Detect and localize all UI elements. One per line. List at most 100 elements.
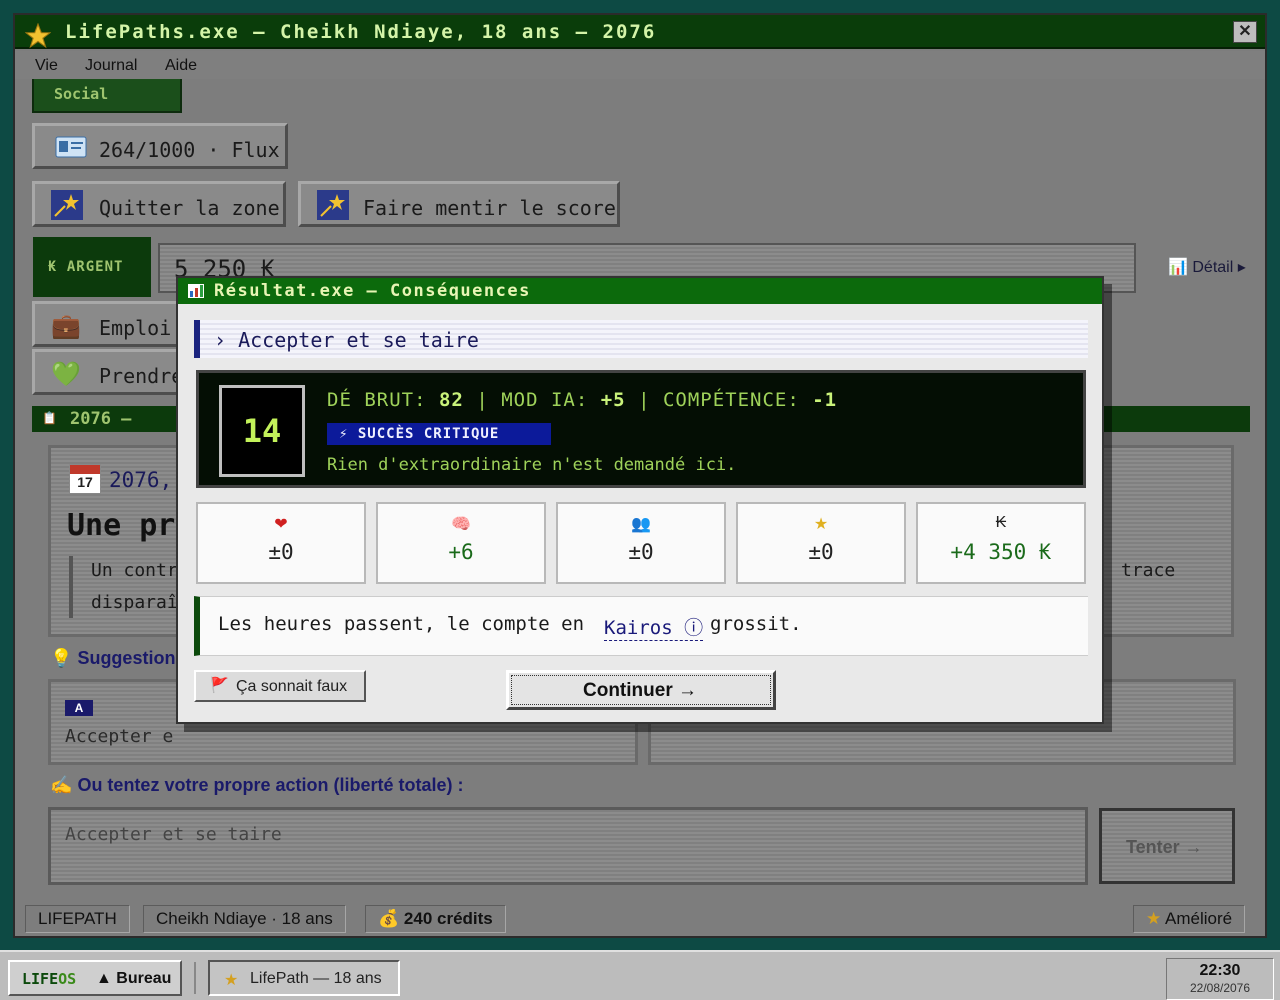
dice-panel: 14 DÉ BRUT: 82 | MOD IA: +5 | COMPÉTENCE… xyxy=(196,370,1086,488)
star-icon: ★ xyxy=(1146,909,1162,928)
event-quote-line2: disparaî xyxy=(91,592,178,613)
taskbar-item-lifepath[interactable]: ★ LifePath — 18 ans xyxy=(208,960,400,996)
menu-vie[interactable]: Vie xyxy=(35,57,58,75)
tenter-label: Tenter → xyxy=(1126,837,1203,857)
status-player: Cheikh Ndiaye · 18 ans xyxy=(143,905,346,933)
calendar-icon: 17 xyxy=(69,464,101,494)
flux-indicator: 264/1000 · Flux xyxy=(32,123,288,169)
stat-health-value: ±0 xyxy=(268,540,294,564)
star-logo-icon xyxy=(25,23,51,49)
tab-social[interactable]: Social xyxy=(32,73,182,113)
dice-raw-value: 82 xyxy=(438,389,464,411)
shooting-star-icon xyxy=(51,190,83,220)
narration-before: Les heures passent, le compte en xyxy=(218,613,585,635)
quitter-zone-button[interactable]: Quitter la zone xyxy=(32,181,286,227)
lightbulb-icon: 💡 xyxy=(50,648,73,668)
id-card-icon xyxy=(55,136,87,158)
status-app: LIFEPATH xyxy=(25,905,130,933)
suggestion-text: Accepter e xyxy=(65,726,174,747)
kairos-link[interactable]: Kairos ⓘ xyxy=(604,613,704,641)
event-quote-line1: Un contr xyxy=(91,560,178,581)
stat-intellect-value: +6 xyxy=(448,540,474,564)
argent-label: ₭ ARGENT xyxy=(48,259,124,275)
people-icon: 👥 xyxy=(631,516,651,533)
own-action-input[interactable]: Accepter et se taire xyxy=(48,807,1088,885)
faire-mentir-score-button[interactable]: Faire mentir le score xyxy=(298,181,620,227)
clock-time: 22:30 xyxy=(1199,962,1241,979)
clipboard-icon: 📋 xyxy=(42,411,57,425)
taskbar: LIFEOS ▲ Bureau ★ LifePath — 18 ans 22:3… xyxy=(0,950,1280,1000)
stat-intellect: 🧠 +6 xyxy=(376,502,546,584)
money-bag-icon: 💰 xyxy=(378,909,400,928)
emploi-label: Emploi xyxy=(99,316,172,340)
continue-label: Continuer → xyxy=(583,680,697,701)
chart-icon: 📊 xyxy=(1168,259,1188,276)
stat-social: 👥 ±0 xyxy=(556,502,726,584)
shooting-star-icon xyxy=(317,190,349,220)
report-false-label: Ça sonnait faux xyxy=(236,678,348,695)
faire-mentir-score-label: Faire mentir le score xyxy=(363,196,616,220)
critical-success-badge: ⚡ SUCCÈS CRITIQUE xyxy=(327,423,551,445)
suggestions-title-label: Suggestion xyxy=(77,648,176,668)
stat-money-value: +4 350 ₭ xyxy=(950,540,1052,564)
chosen-action-label: › Accepter et se taire xyxy=(214,328,479,352)
star-icon: ★ xyxy=(224,972,239,989)
own-action-title: ✍ Ou tentez votre propre action (liberté… xyxy=(50,775,463,796)
status-bar: LIFEPATH Cheikh Ndiaye · 18 ans 💰 240 cr… xyxy=(15,901,1265,936)
stat-money: ₭ +4 350 ₭ xyxy=(916,502,1086,584)
heart-icon: ❤ xyxy=(274,516,288,533)
event-quote-line1-end: trace xyxy=(1121,560,1176,581)
detail-link[interactable]: 📊 Détail ▸ xyxy=(1168,257,1246,277)
menu-journal[interactable]: Journal xyxy=(85,57,137,75)
dice-ai-value: +5 xyxy=(600,389,626,411)
briefcase-icon: 💼 xyxy=(51,313,81,340)
dice-skill-prefix: | COMPÉTENCE: xyxy=(638,389,800,411)
menu-bar: Vie Journal Aide xyxy=(15,51,1265,79)
year-bar-label: 2076 — xyxy=(70,409,132,429)
result-dialog-title-bar: Résultat.exe — Conséquences xyxy=(178,278,1102,304)
own-action-placeholder: Accepter et se taire xyxy=(65,824,282,845)
dice-comment: Rien d'extraordinaire n'est demandé ici. xyxy=(327,455,737,475)
os-logo-part-a: LIFE xyxy=(22,970,59,988)
narration-box: Les heures passent, le compte en Kairos … xyxy=(194,596,1088,656)
kip-currency-icon: ₭ xyxy=(995,514,1007,531)
result-dialog-title: Résultat.exe — Conséquences xyxy=(214,281,531,301)
dice-raw-prefix: DÉ BRUT: xyxy=(327,389,427,411)
suggestions-title: 💡 Suggestion xyxy=(50,648,175,669)
taskbar-item-label: LifePath — 18 ans xyxy=(250,970,382,987)
status-credits-label: 240 crédits xyxy=(403,909,493,928)
die-value: 14 xyxy=(242,412,282,450)
status-tier-label: Amélioré xyxy=(1165,909,1233,928)
taskbar-divider xyxy=(194,962,196,994)
start-label: ▲ Bureau xyxy=(96,970,172,987)
result-dialog: Résultat.exe — Conséquences › Accepter e… xyxy=(176,276,1104,724)
event-heading: Une pr xyxy=(67,508,176,543)
argent-label-box: ₭ ARGENT xyxy=(33,237,151,297)
clock-date: 22/08/2076 xyxy=(1189,981,1251,995)
dice-ai-prefix: | MOD IA: xyxy=(476,389,589,411)
os-logo: LIFEOS xyxy=(22,970,76,988)
window-title: LifePaths.exe — Cheikh Ndiaye, 18 ans — … xyxy=(65,21,657,43)
menu-aide[interactable]: Aide xyxy=(165,57,197,75)
stat-social-value: ±0 xyxy=(628,540,654,564)
stat-health: ❤ ±0 xyxy=(196,502,366,584)
start-button[interactable]: LIFEOS ▲ Bureau xyxy=(8,960,182,996)
clock: 22:30 22/08/2076 xyxy=(1166,958,1274,1000)
red-flag-icon: 🚩 xyxy=(210,677,229,694)
own-action-title-label: Ou tentez votre propre action (liberté t… xyxy=(77,775,464,795)
tenter-button[interactable]: Tenter → xyxy=(1099,808,1235,884)
title-bar: LifePaths.exe — Cheikh Ndiaye, 18 ans — … xyxy=(15,15,1265,49)
flux-text: 264/1000 · Flux xyxy=(99,138,280,162)
green-heart-icon: 💚 xyxy=(51,361,81,388)
narration-after: grossit. xyxy=(710,613,802,635)
chosen-action: › Accepter et se taire xyxy=(194,320,1088,358)
status-credits: 💰 240 crédits xyxy=(365,905,506,933)
writing-hand-icon: ✍ xyxy=(50,775,73,795)
close-button[interactable]: ✕ xyxy=(1233,21,1257,43)
detail-link-label: Détail ▸ xyxy=(1192,259,1246,276)
quitter-zone-label: Quitter la zone xyxy=(99,196,280,220)
stat-reputation: ★ ±0 xyxy=(736,502,906,584)
os-logo-part-b: OS xyxy=(58,970,77,988)
continue-button[interactable]: Continuer → xyxy=(506,670,776,710)
report-false-button[interactable]: 🚩 Ça sonnait faux xyxy=(194,670,366,702)
